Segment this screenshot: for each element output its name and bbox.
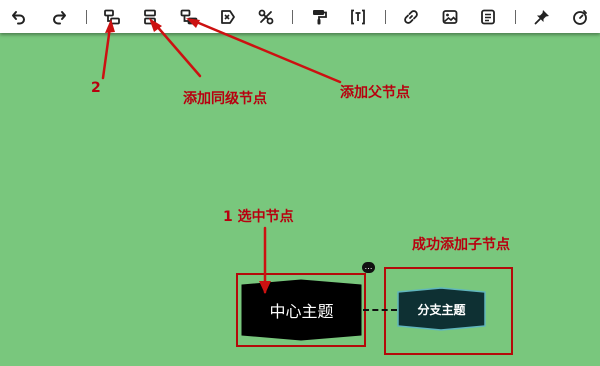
cut-node-button[interactable] xyxy=(257,8,275,26)
annotation-step-1: 1 选中节点 xyxy=(223,209,294,225)
format-painter-button[interactable] xyxy=(310,8,328,26)
root-node[interactable]: 中心主题 xyxy=(241,279,362,341)
summary-icon xyxy=(351,9,365,25)
annotation-add-parent: 添加父节点 xyxy=(340,85,410,101)
toolbar-separator xyxy=(385,10,386,24)
insert-note-button[interactable] xyxy=(479,8,497,26)
add-child-node-icon xyxy=(104,9,120,25)
summary-button[interactable] xyxy=(349,8,367,26)
toolbar-separator xyxy=(86,10,87,24)
link-icon xyxy=(404,10,418,24)
annotation-add-sibling: 添加同级节点 xyxy=(183,91,267,107)
delete-node-button[interactable] xyxy=(219,8,237,26)
arrow-to-add-child xyxy=(101,25,112,80)
undo-icon xyxy=(12,11,25,25)
timer-button[interactable] xyxy=(571,8,589,26)
toolbar-separator xyxy=(515,10,516,24)
undo-button[interactable] xyxy=(10,8,28,26)
annotation-success: 成功添加子节点 xyxy=(412,237,510,253)
child-node[interactable]: 分支主题 xyxy=(397,287,486,331)
timer-icon xyxy=(573,10,587,25)
pin-icon xyxy=(534,10,549,25)
root-node-label: 中心主题 xyxy=(269,302,334,321)
image-icon xyxy=(442,10,458,24)
note-icon xyxy=(481,9,495,25)
child-node-label: 分支主题 xyxy=(417,302,466,317)
delete-node-icon xyxy=(221,10,235,24)
annotation-step-2: 2 xyxy=(91,80,101,96)
add-parent-node-icon xyxy=(180,9,198,25)
insert-link-button[interactable] xyxy=(402,8,420,26)
note-badge-icon[interactable]: … xyxy=(362,262,375,273)
insert-icon-button[interactable] xyxy=(533,8,551,26)
add-sibling-node-icon xyxy=(144,9,156,25)
add-child-node-button[interactable] xyxy=(103,8,121,26)
redo-icon xyxy=(53,11,66,25)
insert-image-button[interactable] xyxy=(441,8,459,26)
redo-button[interactable] xyxy=(50,8,68,26)
format-painter-icon xyxy=(313,10,327,25)
toolbar-separator xyxy=(292,10,293,24)
cut-icon xyxy=(258,9,274,25)
add-sibling-node-button[interactable] xyxy=(141,8,159,26)
add-parent-node-button[interactable] xyxy=(180,8,198,26)
toolbar xyxy=(0,0,600,33)
node-connector xyxy=(363,309,397,311)
